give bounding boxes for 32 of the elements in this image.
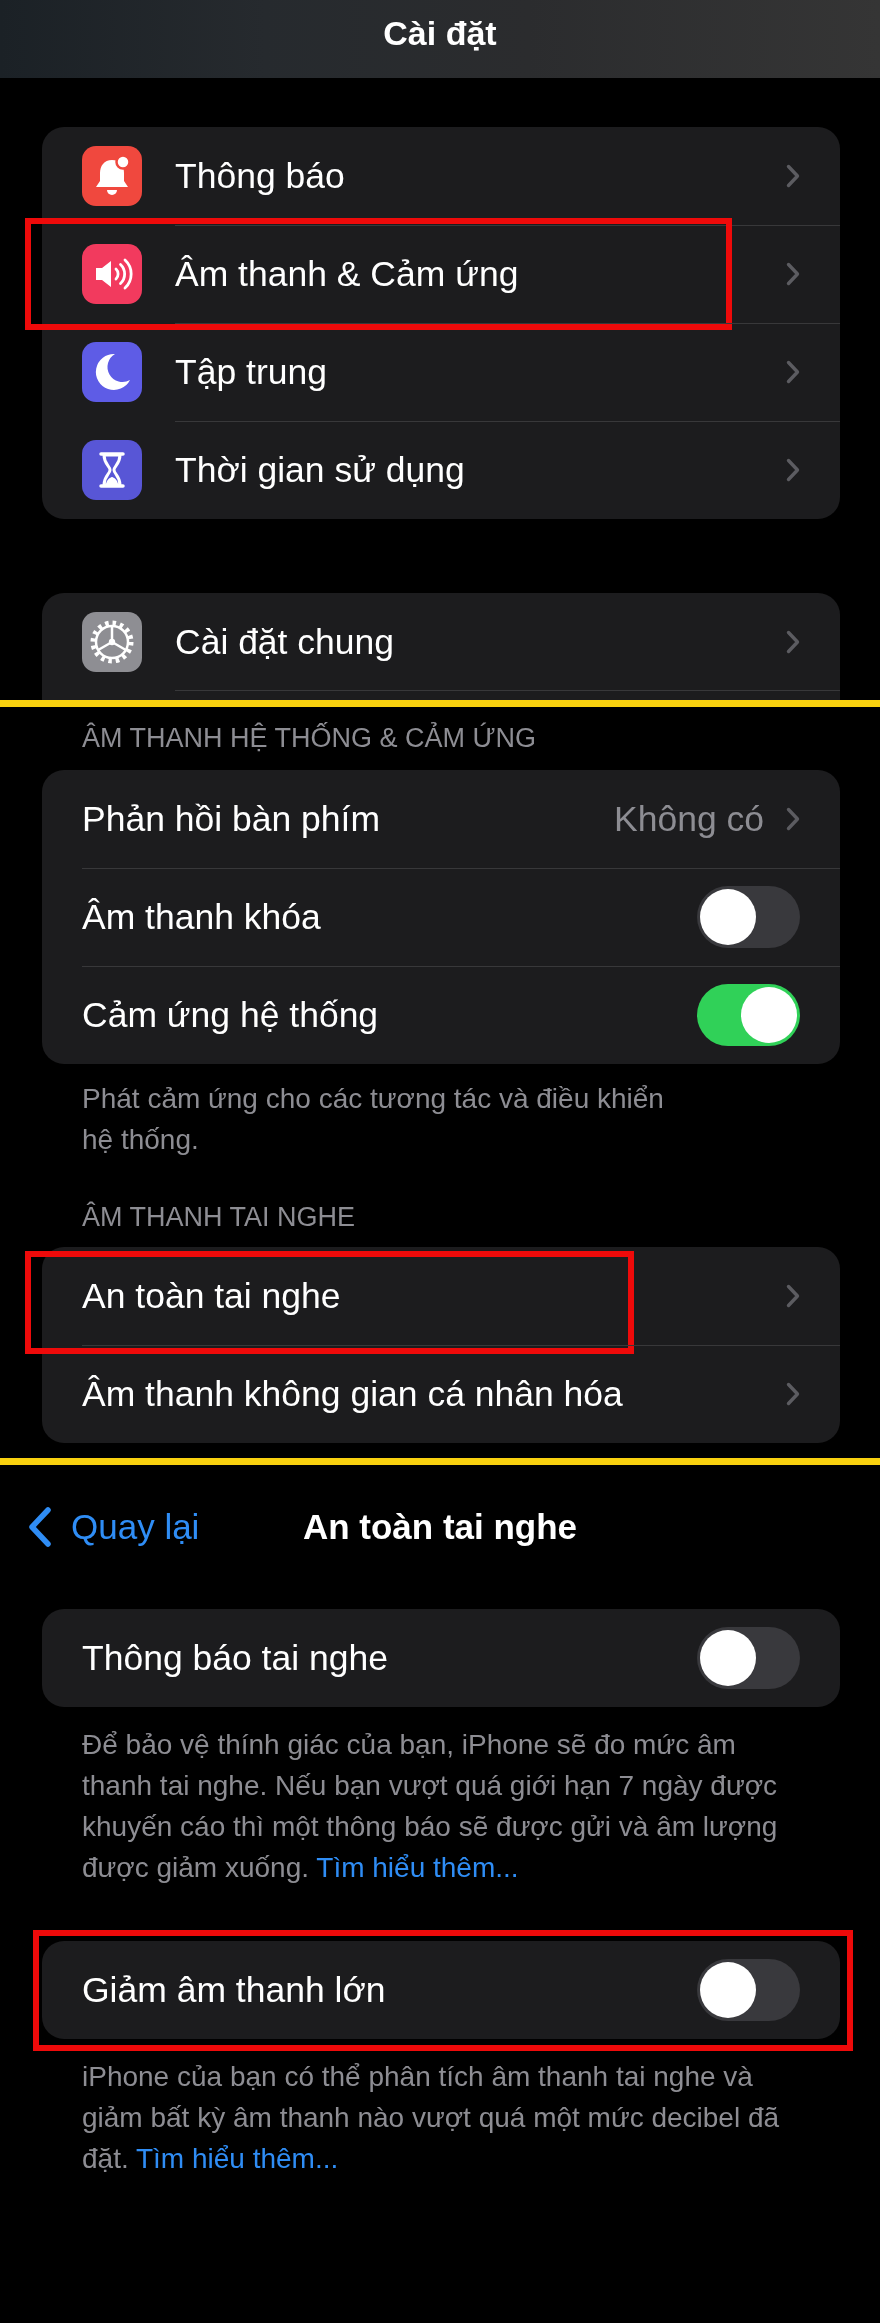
row-label: Cảm ứng hệ thống (82, 994, 380, 1036)
section-header: ÂM THANH HỆ THỐNG & CẢM ỨNG (81, 721, 538, 753)
back-button[interactable]: Quay lại (27, 1505, 200, 1549)
row-label: Giảm âm thanh lớn (82, 1969, 387, 2011)
settings-row[interactable]: Thời gian sử dụng (42, 421, 840, 519)
settings-row[interactable]: An toàn tai nghe (42, 1247, 840, 1345)
learn-more-link[interactable]: Tìm hiểu thêm... (136, 2143, 339, 2174)
learn-more-link[interactable]: Tìm hiểu thêm... (316, 1852, 519, 1883)
chevron-right-icon (786, 1382, 800, 1406)
section-header: ÂM THANH TAI NGHE (81, 1200, 357, 1232)
settings-row[interactable]: Tập trung (42, 323, 840, 421)
chevron-right-icon (786, 1284, 800, 1308)
chevron-left-icon (27, 1507, 53, 1547)
settings-row[interactable]: Âm thanh & Cảm ứng (42, 225, 840, 323)
row-label: Âm thanh khóa (82, 896, 322, 938)
chevron-right-icon (786, 458, 800, 482)
settings-row[interactable]: Phản hồi bàn phím Không có (42, 770, 840, 868)
chevron-right-icon (786, 164, 800, 188)
footer-note: Phát cảm ứng cho các tương tác và điều khiển hệ thống. (81, 1082, 665, 1157)
chevron-right-icon (786, 630, 800, 654)
settings-row[interactable]: Âm thanh không gian cá nhân hóa (42, 1345, 840, 1443)
footer-note: iPhone của bạn có thể phân tích âm thanh tai nghe và giảm bất kỳ âm thanh nào vượt quá một mức decibel đã đặt. Tìm hiểu thêm... (81, 2060, 781, 2176)
row-value: Không có (614, 798, 764, 840)
chevron-right-icon (786, 360, 800, 384)
row-label: Thông báo tai nghe (82, 1637, 389, 1679)
screen-title: An toàn tai nghe (302, 1506, 578, 1548)
chevron-right-icon (786, 262, 800, 286)
settings-row[interactable]: Cài đặt chung (42, 593, 840, 691)
screen-title: Cài đặt (383, 13, 497, 54)
footer-note: Để bảo vệ thính giác của bạn, iPhone sẽ đo mức âm thanh tai nghe. Nếu bạn vượt quá giới hạn 7 ngày được khuyến cáo thì một thông báo sẽ được gửi và âm lượng được giảm xuống. Tìm hiểu thêm... (81, 1728, 779, 1885)
chevron-right-icon (786, 807, 800, 831)
settings-row[interactable]: Thông báo (42, 127, 840, 225)
